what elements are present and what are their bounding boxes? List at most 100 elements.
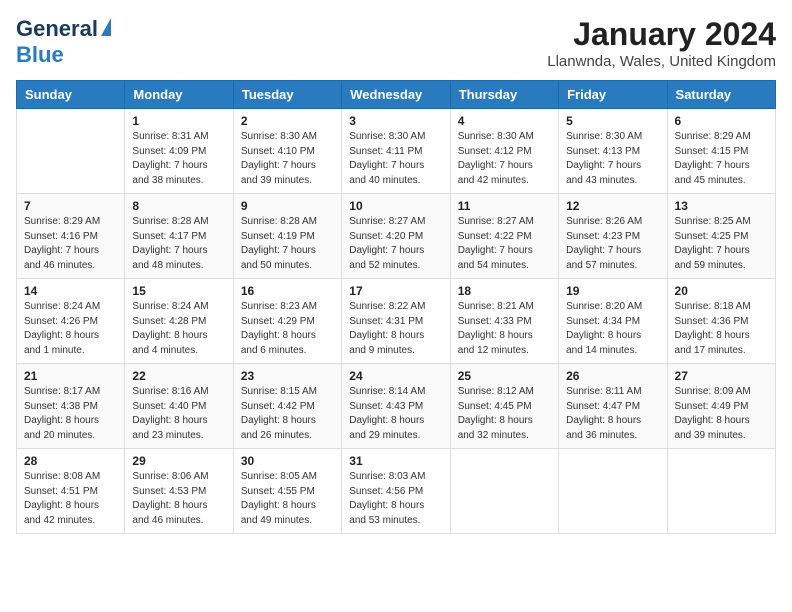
calendar-cell: 5Sunrise: 8:30 AMSunset: 4:13 PMDaylight… [559, 109, 667, 194]
calendar-cell: 29 Sunrise: 8:06 AMSunset: 4:53 PMDayligh… [125, 449, 233, 534]
page-header: General Blue January 2024 Llanwnda, Wale… [16, 16, 776, 70]
day-number: 24 [349, 369, 442, 383]
day-number: 2 [241, 114, 334, 128]
day-number: 30 [241, 454, 334, 468]
calendar-cell: 7Sunrise: 8:29 AMSunset: 4:16 PMDaylight… [17, 194, 125, 279]
day-number: 16 [241, 284, 334, 298]
day-info: Sunrise: 8:23 AMSunset: 4:29 PMDaylight:… [241, 300, 334, 358]
day-info: Sunrise: 8:30 AMSunset: 4:12 PMDaylight:… [458, 130, 551, 188]
day-info: Sunrise: 8:03 AMSunset: 4:56 PMDaylight:… [349, 470, 442, 528]
day-number: 26 [566, 369, 659, 383]
calendar-cell: 26 Sunrise: 8:11 AMSunset: 4:47 PMDayligh… [559, 364, 667, 449]
calendar-cell: 9Sunrise: 8:28 AMSunset: 4:19 PMDaylight… [233, 194, 341, 279]
day-of-week-header: Wednesday [342, 81, 450, 109]
day-of-week-header: Tuesday [233, 81, 341, 109]
calendar-table: SundayMondayTuesdayWednesdayThursdayFrid… [16, 80, 776, 534]
day-number: 4 [458, 114, 551, 128]
day-of-week-header: Thursday [450, 81, 558, 109]
calendar-week-row: 7Sunrise: 8:29 AMSunset: 4:16 PMDaylight… [17, 194, 776, 279]
calendar-cell: 14 Sunrise: 8:24 AMSunset: 4:26 PMDayligh… [17, 279, 125, 364]
day-number: 12 [566, 199, 659, 213]
day-number: 25 [458, 369, 551, 383]
day-number: 27 [675, 369, 768, 383]
calendar-cell: 17 Sunrise: 8:22 AMSunset: 4:31 PMDayligh… [342, 279, 450, 364]
day-number: 17 [349, 284, 442, 298]
logo-blue-text: Blue [16, 42, 64, 68]
calendar-cell: 8Sunrise: 8:28 AMSunset: 4:17 PMDaylight… [125, 194, 233, 279]
day-info: Sunrise: 8:22 AMSunset: 4:31 PMDaylight:… [349, 300, 442, 358]
day-info: Sunrise: 8:30 AMSunset: 4:13 PMDaylight:… [566, 130, 659, 188]
day-info: Sunrise: 8:27 AMSunset: 4:22 PMDaylight:… [458, 215, 551, 273]
day-info: Sunrise: 8:09 AMSunset: 4:49 PMDaylight:… [675, 385, 768, 443]
day-info: Sunrise: 8:31 AMSunset: 4:09 PMDaylight:… [132, 130, 225, 188]
day-number: 3 [349, 114, 442, 128]
title-block: January 2024 Llanwnda, Wales, United Kin… [547, 16, 776, 70]
day-number: 10 [349, 199, 442, 213]
calendar-cell: 28Sunrise: 8:08 AMSunset: 4:51 PMDayligh… [17, 449, 125, 534]
day-number: 11 [458, 199, 551, 213]
day-info: Sunrise: 8:05 AMSunset: 4:55 PMDaylight:… [241, 470, 334, 528]
calendar-cell: 13Sunrise: 8:25 AMSunset: 4:25 PMDayligh… [667, 194, 775, 279]
day-of-week-header: Sunday [17, 81, 125, 109]
calendar-cell: 27 Sunrise: 8:09 AMSunset: 4:49 PMDayligh… [667, 364, 775, 449]
calendar-cell: 2 Sunrise: 8:30 AMSunset: 4:10 PMDaylight… [233, 109, 341, 194]
day-of-week-header: Monday [125, 81, 233, 109]
calendar-cell: 11 Sunrise: 8:27 AMSunset: 4:22 PMDayligh… [450, 194, 558, 279]
day-info: Sunrise: 8:28 AMSunset: 4:19 PMDaylight:… [241, 215, 334, 273]
day-info: Sunrise: 8:16 AMSunset: 4:40 PMDaylight:… [132, 385, 225, 443]
calendar-cell [559, 449, 667, 534]
day-number: 31 [349, 454, 442, 468]
logo: General Blue [16, 16, 111, 68]
day-number: 21 [24, 369, 117, 383]
day-info: Sunrise: 8:30 AMSunset: 4:10 PMDaylight:… [241, 130, 334, 188]
day-number: 15 [132, 284, 225, 298]
day-number: 29 [132, 454, 225, 468]
calendar-cell: 15 Sunrise: 8:24 AMSunset: 4:28 PMDayligh… [125, 279, 233, 364]
day-number: 1 [132, 114, 225, 128]
days-of-week-row: SundayMondayTuesdayWednesdayThursdayFrid… [17, 81, 776, 109]
day-info: Sunrise: 8:27 AMSunset: 4:20 PMDaylight:… [349, 215, 442, 273]
calendar-week-row: 21 Sunrise: 8:17 AMSunset: 4:38 PMDayligh… [17, 364, 776, 449]
day-number: 22 [132, 369, 225, 383]
calendar-cell [450, 449, 558, 534]
calendar-cell [17, 109, 125, 194]
calendar-cell: 19 Sunrise: 8:20 AMSunset: 4:34 PMDayligh… [559, 279, 667, 364]
calendar-cell: 22 Sunrise: 8:16 AMSunset: 4:40 PMDayligh… [125, 364, 233, 449]
day-number: 19 [566, 284, 659, 298]
day-number: 23 [241, 369, 334, 383]
calendar-cell: 21 Sunrise: 8:17 AMSunset: 4:38 PMDayligh… [17, 364, 125, 449]
calendar-cell: 30 Sunrise: 8:05 AMSunset: 4:55 PMDayligh… [233, 449, 341, 534]
calendar-cell: 10 Sunrise: 8:27 AMSunset: 4:20 PMDayligh… [342, 194, 450, 279]
calendar-cell: 1 Sunrise: 8:31 AMSunset: 4:09 PMDaylight… [125, 109, 233, 194]
calendar-cell: 3 Sunrise: 8:30 AMSunset: 4:11 PMDaylight… [342, 109, 450, 194]
day-info: Sunrise: 8:06 AMSunset: 4:53 PMDaylight:… [132, 470, 225, 528]
day-of-week-header: Saturday [667, 81, 775, 109]
day-info: Sunrise: 8:18 AMSunset: 4:36 PMDaylight:… [675, 300, 768, 358]
day-info: Sunrise: 8:14 AMSunset: 4:43 PMDaylight:… [349, 385, 442, 443]
day-info: Sunrise: 8:11 AMSunset: 4:47 PMDaylight:… [566, 385, 659, 443]
calendar-cell: 24 Sunrise: 8:14 AMSunset: 4:43 PMDayligh… [342, 364, 450, 449]
day-info: Sunrise: 8:24 AMSunset: 4:28 PMDaylight:… [132, 300, 225, 358]
calendar-cell: 25 Sunrise: 8:12 AMSunset: 4:45 PMDayligh… [450, 364, 558, 449]
calendar-cell: 16 Sunrise: 8:23 AMSunset: 4:29 PMDayligh… [233, 279, 341, 364]
day-number: 14 [24, 284, 117, 298]
calendar-cell: 23 Sunrise: 8:15 AMSunset: 4:42 PMDayligh… [233, 364, 341, 449]
day-number: 20 [675, 284, 768, 298]
day-number: 28 [24, 454, 117, 468]
calendar-subtitle: Llanwnda, Wales, United Kingdom [547, 53, 776, 70]
day-info: Sunrise: 8:24 AMSunset: 4:26 PMDaylight:… [24, 300, 117, 358]
calendar-body: 1 Sunrise: 8:31 AMSunset: 4:09 PMDaylight… [17, 109, 776, 534]
calendar-week-row: 14 Sunrise: 8:24 AMSunset: 4:26 PMDayligh… [17, 279, 776, 364]
day-info: Sunrise: 8:15 AMSunset: 4:42 PMDaylight:… [241, 385, 334, 443]
day-number: 6 [675, 114, 768, 128]
day-info: Sunrise: 8:17 AMSunset: 4:38 PMDaylight:… [24, 385, 117, 443]
day-info: Sunrise: 8:30 AMSunset: 4:11 PMDaylight:… [349, 130, 442, 188]
day-info: Sunrise: 8:20 AMSunset: 4:34 PMDaylight:… [566, 300, 659, 358]
calendar-week-row: 28Sunrise: 8:08 AMSunset: 4:51 PMDayligh… [17, 449, 776, 534]
logo-general-text: General [16, 16, 98, 42]
calendar-cell [667, 449, 775, 534]
day-info: Sunrise: 8:12 AMSunset: 4:45 PMDaylight:… [458, 385, 551, 443]
day-of-week-header: Friday [559, 81, 667, 109]
calendar-cell: 31 Sunrise: 8:03 AMSunset: 4:56 PMDayligh… [342, 449, 450, 534]
calendar-header: SundayMondayTuesdayWednesdayThursdayFrid… [17, 81, 776, 109]
